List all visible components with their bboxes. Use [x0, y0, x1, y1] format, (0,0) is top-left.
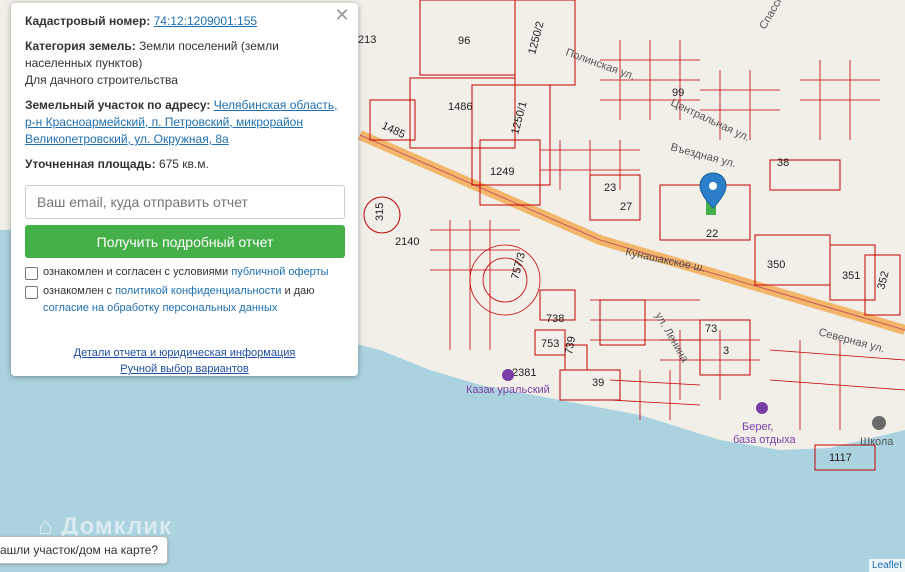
close-icon[interactable]: ✕ [334, 6, 350, 24]
area-value: 675 кв.м. [158, 157, 209, 171]
address-row: Земельный участок по адресу: Челябинская… [25, 97, 344, 148]
privacy-consent-checkbox[interactable] [25, 286, 38, 299]
report-details-link[interactable]: Детали отчета и юридическая информация [74, 347, 296, 359]
cadastral-number-link[interactable]: 74:12:1209001:155 [154, 14, 257, 28]
parcel-number: 27 [620, 201, 632, 213]
get-report-button[interactable]: Получить подробный отчет [25, 225, 345, 258]
parcel-number: 2140 [395, 236, 419, 248]
leaflet-attribution-link[interactable]: Leaflet [868, 559, 905, 572]
street-label: Северная ул. [817, 326, 886, 355]
panel-footer-links: Детали отчета и юридическая информация Р… [25, 345, 344, 377]
poi-icon [502, 369, 514, 381]
cadastral-number-row: Кадастровый номер: 74:12:1209001:155 [25, 13, 344, 30]
offer-consent-checkbox-row: ознакомлен и согласен с условиями публич… [25, 264, 344, 281]
personal-data-consent-link[interactable]: согласие на обработку персональных данны… [43, 302, 277, 314]
parcel-number: 352 [875, 270, 891, 291]
parcel-number: 1250/2 [526, 20, 546, 56]
parcel-number: 350 [767, 259, 785, 271]
parcel-number: 1486 [448, 101, 472, 113]
email-input[interactable] [25, 185, 345, 219]
offer-consent-text: ознакомлен и согласен с условиями [43, 266, 229, 278]
manual-selection-link[interactable]: Ручной выбор вариантов [120, 363, 248, 375]
small-parcels [430, 40, 905, 430]
parcel-number: 3 [723, 345, 729, 357]
found-on-map-banner[interactable]: ашли участок/дом на карте? [0, 536, 169, 564]
parcel-number: 96 [458, 35, 470, 47]
parcel-number: 22 [706, 228, 718, 240]
map-pin-icon [699, 172, 727, 209]
public-offer-link[interactable]: публичной оферты [231, 266, 328, 278]
parcel-number: 39 [592, 377, 604, 389]
poi-label: база отдыха [733, 434, 797, 446]
area-row: Уточненная площадь: 675 кв.м. [25, 156, 344, 173]
parcel-number: 213 [358, 34, 376, 46]
parcel-number: 73 [705, 323, 717, 335]
privacy-consent-mid-text: и даю [284, 285, 315, 297]
parcel-number: 738 [546, 313, 564, 325]
privacy-policy-link[interactable]: политикой конфиденциальности [115, 285, 281, 297]
parcel-number: 739 [563, 335, 578, 355]
parcel-number: 1117 [829, 452, 852, 464]
cadastral-number-label: Кадастровый номер: [25, 14, 151, 28]
parcel-number: 351 [842, 270, 860, 282]
poi-label: Казак уральский [466, 384, 550, 396]
parcel-number: 1250/1 [509, 100, 529, 136]
street-label: ул. Ленина [652, 311, 691, 366]
parcel-number: 23 [604, 182, 616, 194]
parcel-number: 757/3 [509, 251, 528, 281]
land-use-value: Для дачного строительства [25, 73, 178, 87]
street-label: Центральная ул. [669, 97, 752, 144]
offer-consent-checkbox[interactable] [25, 267, 38, 280]
poi-label: Школа [860, 436, 894, 448]
parcel-number: 2381 [512, 367, 536, 379]
privacy-consent-checkbox-row: ознакомлен с политикой конфиденциальност… [25, 283, 344, 317]
address-label: Земельный участок по адресу: [25, 98, 211, 112]
land-category-row: Категория земель: Земли поселений (земли… [25, 38, 344, 89]
school-icon [872, 416, 886, 430]
street-label: Кунашакское ш. [624, 246, 706, 275]
parcel-number: 315 [374, 203, 386, 221]
poi-icon [756, 402, 768, 414]
cadastral-info-panel: ✕ Кадастровый номер: 74:12:1209001:155 К… [11, 3, 358, 376]
parcel-number: 1485 [380, 120, 407, 141]
parcel-number: 1249 [490, 166, 514, 178]
poi-label: Берег, [742, 421, 773, 433]
street-label: Спасская ул. [757, 0, 800, 32]
parcel-number: 99 [672, 87, 684, 99]
highway [357, 130, 905, 335]
street-label: Въездная ул. [669, 141, 737, 170]
area-label: Уточненная площадь: [25, 157, 156, 171]
parcel-number: 38 [777, 157, 789, 169]
parcel-number: 753 [541, 338, 559, 350]
land-category-label: Категория земель: [25, 39, 136, 53]
privacy-consent-text: ознакомлен с [43, 285, 113, 297]
